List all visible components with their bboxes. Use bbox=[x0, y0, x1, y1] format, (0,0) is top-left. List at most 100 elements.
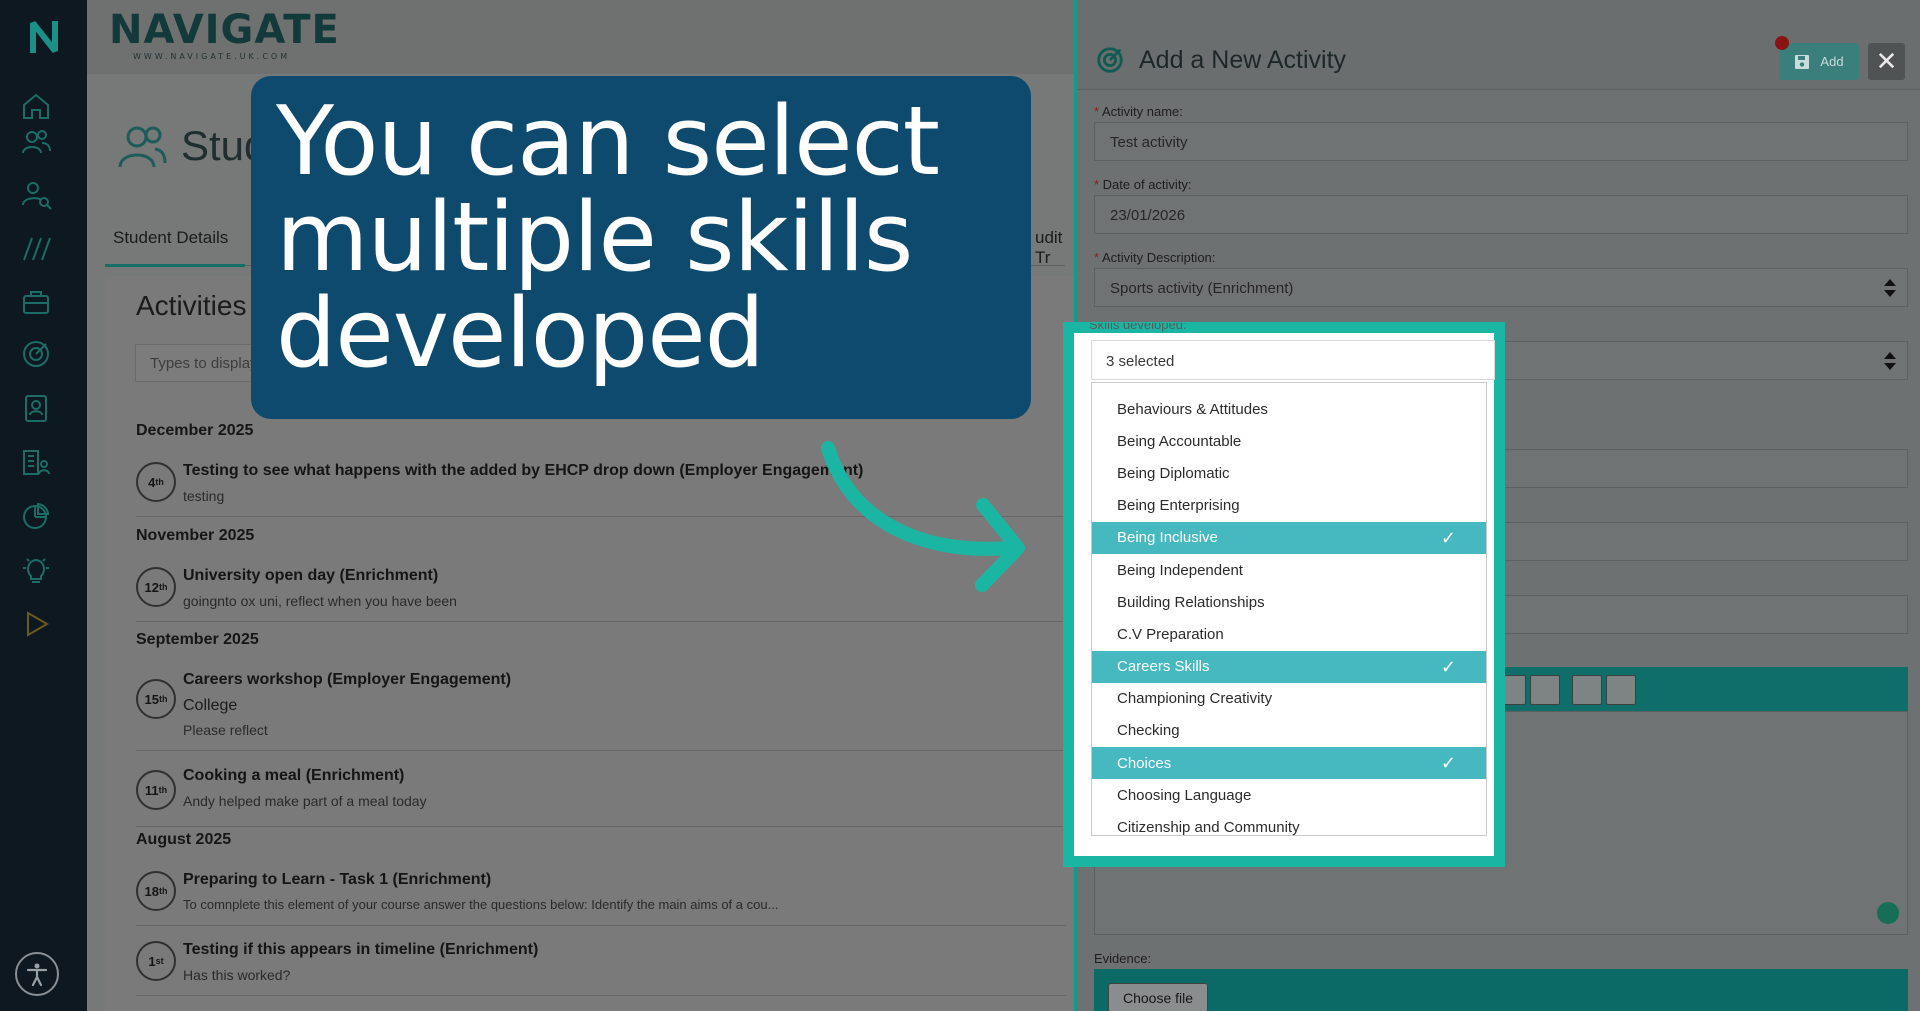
entry-text: To comnplete this element of your course… bbox=[183, 897, 779, 912]
entry-title: Testing if this appears in timeline (Enr… bbox=[183, 941, 539, 958]
unlink-button[interactable] bbox=[1606, 675, 1636, 705]
timeline-entry[interactable]: 15th Careers workshop (Employer Engageme… bbox=[136, 671, 1066, 751]
brand-url: WWW.NAVIGATE.UK.COM bbox=[133, 52, 291, 61]
add-button[interactable]: Add bbox=[1779, 43, 1859, 80]
callout-line: multiple skills bbox=[276, 183, 913, 293]
entry-text: Andy helped make part of a meal today bbox=[183, 793, 427, 809]
month-heading: September 2025 bbox=[136, 631, 259, 648]
brand-logo[interactable]: NAVIGATE WWW.NAVIGATE.UK.COM bbox=[109, 8, 340, 61]
entry-title: Cooking a meal (Enrichment) bbox=[183, 767, 405, 784]
sort-arrows-icon bbox=[1884, 352, 1896, 370]
brand-name: NAVIGATE bbox=[109, 7, 340, 53]
close-icon: ✕ bbox=[1875, 46, 1898, 76]
reports-icon[interactable] bbox=[20, 446, 52, 478]
lightbulb-icon[interactable] bbox=[20, 554, 52, 586]
skill-option-label: Being Diplomatic bbox=[1117, 464, 1230, 482]
callout-text: You can select multiple skills developed bbox=[276, 94, 1036, 382]
user-search-icon[interactable] bbox=[20, 178, 52, 210]
entry-text: Please reflect bbox=[183, 722, 268, 738]
accessibility-icon bbox=[26, 963, 48, 987]
active-tab-indicator bbox=[105, 264, 245, 267]
skill-option[interactable]: Being Enterprising bbox=[1092, 490, 1486, 522]
day-badge: 12th bbox=[136, 567, 176, 607]
skill-option[interactable]: Championing Creativity bbox=[1092, 683, 1486, 715]
link-button[interactable] bbox=[1572, 675, 1602, 705]
target-icon bbox=[1097, 47, 1123, 73]
skill-option-label: Choosing Language bbox=[1117, 786, 1252, 804]
month-heading: November 2025 bbox=[136, 527, 255, 544]
skill-option-label: Choices bbox=[1117, 754, 1172, 772]
skill-option-label: Championing Creativity bbox=[1117, 690, 1273, 708]
skill-option[interactable]: Being Accountable bbox=[1092, 425, 1486, 457]
skill-option-label: C.V Preparation bbox=[1117, 625, 1224, 643]
navigate-logo-icon bbox=[29, 21, 58, 53]
activity-name-label: * Activity name: bbox=[1094, 104, 1183, 119]
skill-option[interactable]: Citizenship and Community bbox=[1092, 811, 1486, 836]
timeline-entry[interactable]: 11th Cooking a meal (Enrichment) Andy he… bbox=[136, 767, 1066, 827]
skill-option[interactable]: Choices ✓ bbox=[1092, 747, 1486, 780]
top-bar: NAVIGATE WWW.NAVIGATE.UK.COM bbox=[87, 0, 1074, 74]
accessibility-button[interactable] bbox=[15, 952, 59, 996]
entry-text: goingnto ox uni, reflect when you have b… bbox=[183, 593, 457, 609]
skill-option[interactable]: Checking bbox=[1092, 715, 1486, 747]
activity-name-input[interactable]: Test activity bbox=[1094, 122, 1908, 161]
assistant-icon[interactable] bbox=[1877, 902, 1899, 924]
description-value: Sports activity (Enrichment) bbox=[1110, 280, 1294, 297]
skill-option[interactable]: C.V Preparation bbox=[1092, 618, 1486, 650]
drawer-title: Add a New Activity bbox=[1139, 46, 1347, 74]
skill-option[interactable]: Being Inclusive ✓ bbox=[1092, 521, 1486, 554]
skill-option-label: Being Accountable bbox=[1117, 432, 1242, 450]
day-badge: 11th bbox=[136, 770, 176, 810]
skill-option-label: Citizenship and Community bbox=[1117, 819, 1300, 836]
pie-chart-icon[interactable] bbox=[20, 500, 52, 532]
sort-arrows-icon bbox=[1884, 279, 1896, 297]
skill-option[interactable]: Careers Skills ✓ bbox=[1092, 650, 1486, 683]
date-input[interactable]: 23/01/2026 bbox=[1094, 195, 1908, 234]
users-icon[interactable] bbox=[20, 126, 52, 158]
day-badge: 1st bbox=[136, 941, 176, 981]
contact-icon[interactable] bbox=[20, 392, 52, 424]
home-icon[interactable] bbox=[20, 90, 52, 122]
page-header: Stud bbox=[117, 122, 267, 170]
entry-text: testing bbox=[183, 488, 225, 504]
skills-select[interactable]: 3 selected bbox=[1091, 340, 1495, 380]
app-logo[interactable] bbox=[0, 0, 87, 74]
skill-option[interactable]: Being Diplomatic bbox=[1092, 457, 1486, 489]
date-label: * Date of activity: bbox=[1094, 177, 1192, 192]
skill-option[interactable]: Behaviours & Attitudes bbox=[1092, 393, 1486, 425]
close-button[interactable]: ✕ bbox=[1868, 43, 1905, 80]
entry-title: Careers workshop (Employer Engagement) bbox=[183, 671, 512, 688]
description-select[interactable]: Sports activity (Enrichment) bbox=[1094, 268, 1908, 307]
evidence-label: Evidence: bbox=[1094, 951, 1152, 966]
skill-option-label: Being Inclusive bbox=[1117, 529, 1218, 547]
target-icon[interactable] bbox=[20, 338, 52, 370]
skills-label: Skills developed: bbox=[1089, 323, 1187, 332]
drawer-header: Add a New Activity Add ✕ bbox=[1077, 0, 1920, 90]
save-icon bbox=[1795, 54, 1810, 69]
skill-option-label: Behaviours & Attitudes bbox=[1117, 400, 1268, 418]
skill-option[interactable]: Choosing Language bbox=[1092, 779, 1486, 811]
day-badge: 15th bbox=[136, 679, 176, 719]
skill-option[interactable]: Building Relationships bbox=[1092, 586, 1486, 618]
skill-option[interactable]: Being Independent bbox=[1092, 554, 1486, 586]
tab-audit-trail[interactable]: udit Tr bbox=[1035, 228, 1065, 268]
briefcase-icon[interactable] bbox=[20, 286, 52, 318]
callout-line: You can select bbox=[276, 87, 940, 197]
choose-file-button[interactable]: Choose file bbox=[1108, 983, 1208, 1011]
activities-title: Activities bbox=[136, 290, 247, 321]
month-heading: August 2025 bbox=[136, 831, 232, 848]
timeline-entry[interactable]: 1st Testing if this appears in timeline … bbox=[136, 941, 1066, 996]
pathways-icon[interactable] bbox=[20, 232, 52, 264]
check-icon: ✓ bbox=[1440, 753, 1456, 774]
tab-student-details[interactable]: Student Details bbox=[113, 228, 228, 248]
indent-button[interactable] bbox=[1530, 675, 1560, 705]
entry-text: Has this worked? bbox=[183, 967, 291, 983]
check-icon: ✓ bbox=[1440, 527, 1456, 548]
play-icon[interactable] bbox=[20, 608, 52, 640]
app-sidebar bbox=[0, 0, 87, 1011]
pointer-arrow-icon bbox=[821, 441, 1025, 592]
entry-title: Testing to see what happens with the add… bbox=[183, 462, 864, 479]
day-badge: 4th bbox=[136, 462, 176, 502]
timeline-entry[interactable]: 18th Preparing to Learn - Task 1 (Enrich… bbox=[136, 871, 1066, 926]
add-button-label: Add bbox=[1820, 54, 1844, 69]
